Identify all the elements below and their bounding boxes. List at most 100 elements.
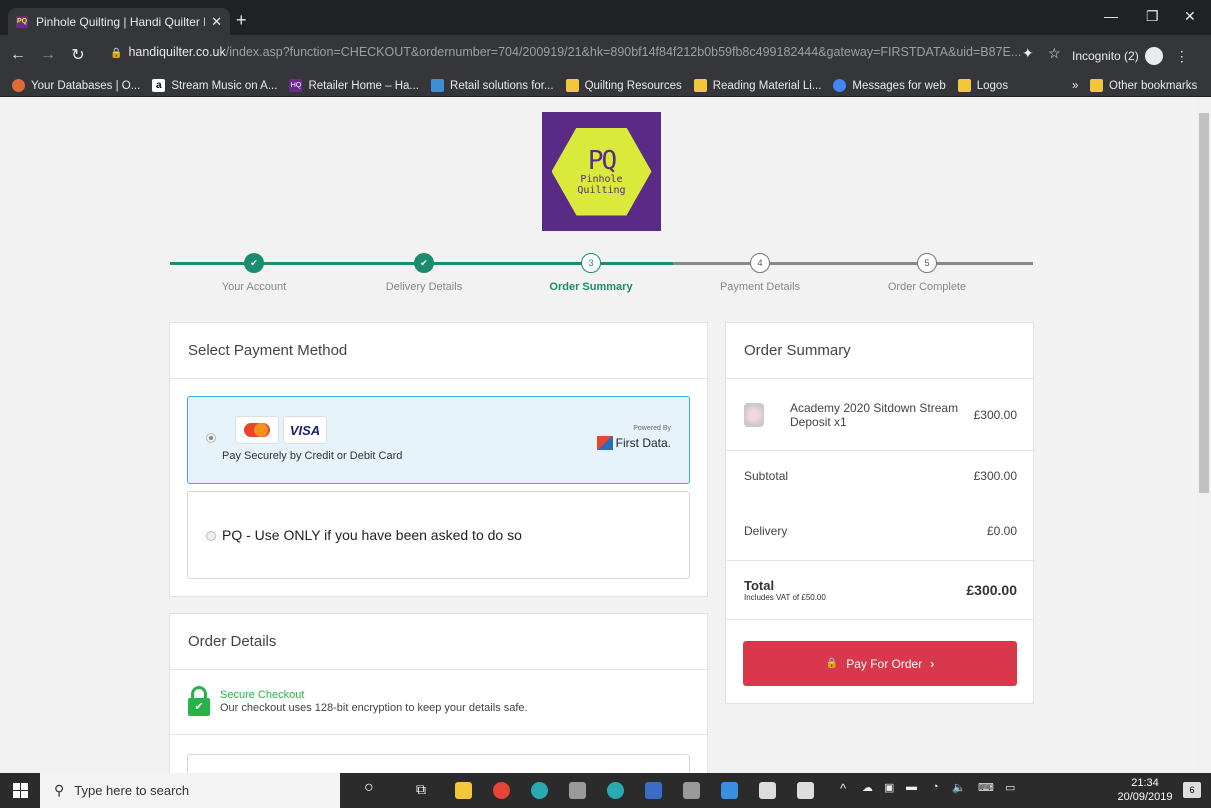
card-radio[interactable] (206, 433, 216, 443)
back-icon[interactable]: ← (6, 46, 30, 64)
payment-option-card[interactable]: VISA Pay Securely by Credit or Debit Car… (187, 396, 690, 484)
bookmark-item[interactable]: a Stream Music on A... (152, 79, 277, 92)
total-label: Total (744, 578, 775, 593)
logo-hexagon: PQ Pinhole Quilting (551, 127, 652, 216)
step-1-check-icon: ✔ (244, 253, 264, 273)
step-label: Payment Details (719, 281, 801, 293)
order-summary-heading: Order Summary (726, 323, 1033, 379)
clock-date: 20/09/2019 (1117, 791, 1173, 803)
total-row: Total Includes VAT of £50.00 £300.00 (726, 561, 1035, 619)
delivery-row: Delivery £0.00 (726, 501, 1035, 561)
tray-app-icon[interactable]: ▣ (884, 781, 894, 794)
amazon-icon: a (152, 79, 166, 92)
chrome-incognito-icon[interactable] (607, 782, 624, 799)
payment-option-pq[interactable]: PQ - Use ONLY if you have been asked to … (187, 491, 690, 579)
logo-name: Pinhole (580, 173, 623, 185)
secure-lock-icon: ✔ (188, 686, 210, 716)
bookmarks-overflow-icon[interactable]: » (1072, 80, 1078, 92)
folder-icon (693, 79, 707, 92)
restore-icon[interactable]: ❐ (1146, 8, 1159, 25)
taskbar-search-box[interactable]: ⚲ Type here to search (40, 773, 340, 808)
bookmark-label: Retailer Home – Ha... (308, 79, 420, 92)
calculator-icon[interactable] (759, 782, 776, 799)
logo-name: Quilting (577, 184, 626, 196)
hq-icon: HQ (289, 79, 303, 92)
new-tab-icon[interactable]: + (236, 10, 247, 31)
wifi-icon[interactable]: ◔ (932, 781, 939, 793)
bookmark-label: Other bookmarks (1109, 79, 1198, 92)
step-3-marker: 3 (581, 253, 601, 273)
first-data-name: First Data. (615, 436, 671, 450)
secure-checkout-text: Our checkout uses 128-bit encryption to … (220, 702, 528, 714)
reload-icon[interactable]: ↻ (66, 45, 90, 65)
incognito-indicator[interactable]: Incognito (2) ⋮ (1072, 47, 1189, 65)
bookmark-item[interactable]: Messages for web (833, 79, 946, 92)
scrollbar-thumb[interactable] (1199, 113, 1209, 493)
bookmark-item[interactable]: Logos (957, 79, 1009, 92)
windows-start-icon[interactable] (13, 783, 28, 798)
bookmark-item[interactable]: Retail solutions for... (431, 79, 554, 92)
total-value: £300.00 (966, 582, 1017, 598)
pay-for-order-button[interactable]: 🔒 Pay For Order › (743, 641, 1017, 686)
volume-icon[interactable]: 🔈 (952, 781, 966, 794)
bookmark-item[interactable]: Reading Material Li... (693, 79, 821, 92)
keyboard-icon[interactable]: ⌨ (978, 781, 994, 794)
file-explorer-icon[interactable] (455, 782, 472, 799)
bookmark-label: Logos (976, 79, 1009, 92)
mastercard-icon (235, 416, 279, 444)
app-icon[interactable] (683, 782, 700, 799)
minimize-icon[interactable]: — (1104, 8, 1118, 24)
cortana-icon[interactable]: ○ (364, 779, 374, 797)
onedrive-icon[interactable]: ☁ (862, 781, 873, 794)
input-icon[interactable]: ▭ (1005, 781, 1015, 794)
bookmark-label: Quilting Resources (584, 79, 682, 92)
mastercard-mark (244, 423, 270, 437)
bookmark-star-icon[interactable]: ☆ (1048, 45, 1061, 62)
close-tab-icon[interactable]: ✕ (211, 14, 222, 30)
close-window-icon[interactable]: ✕ (1184, 8, 1196, 25)
tray-app-icon[interactable]: ▬ (906, 781, 917, 793)
folder-icon (565, 79, 579, 92)
extension-icon[interactable]: ✦ (1022, 45, 1034, 62)
task-view-icon[interactable]: ⧉ (416, 781, 426, 798)
menu-icon[interactable]: ⋮ (1175, 48, 1189, 65)
bookmark-item[interactable]: Your Databases | O... (12, 79, 140, 92)
taskbar-clock[interactable]: 21:34 20/09/2019 (1115, 776, 1175, 804)
app-icon[interactable] (645, 782, 662, 799)
tray-chevron-icon[interactable]: ^ (840, 781, 846, 796)
chrome-icon[interactable] (493, 782, 510, 799)
step-label: Order Complete (887, 281, 967, 293)
summary-item-row: Academy 2020 Sitdown Stream Deposit x1 £… (726, 379, 1035, 451)
retail-icon (431, 79, 445, 92)
browser-tab[interactable]: PQ Pinhole Quilting | Handi Quilter L ✕ (8, 8, 230, 35)
pq-radio[interactable] (206, 531, 216, 541)
app-icon[interactable] (721, 782, 738, 799)
page-scrollbar[interactable] (1197, 97, 1211, 773)
pinhole-quilting-logo[interactable]: PQ Pinhole Quilting (542, 112, 661, 231)
other-bookmarks[interactable]: Other bookmarks (1090, 79, 1197, 92)
url-path: /index.asp?function=CHECKOUT&ordernumber… (225, 45, 1022, 59)
bookmark-item[interactable]: HQ Retailer Home – Ha... (289, 79, 419, 92)
notifications-icon[interactable]: 6 (1183, 782, 1201, 798)
bookmark-item[interactable]: Quilting Resources (565, 79, 682, 92)
step-label: Order Summary (549, 281, 633, 293)
url-domain: handiquilter.co.uk (128, 45, 226, 59)
chrome-alt-icon[interactable] (531, 782, 548, 799)
search-icon: ⚲ (54, 782, 65, 798)
visa-icon: VISA (283, 416, 327, 444)
windows-taskbar: ⚲ Type here to search ○ ⧉ ^ ☁ ▣ ▬ ◔ 🔈 ⌨ … (0, 773, 1211, 808)
stepper-remaining-line (673, 262, 1033, 265)
forward-icon[interactable]: → (36, 46, 60, 64)
navigation-bar: ← → ↻ 🔒 handiquilter.co.uk/index.asp?func… (0, 35, 1211, 75)
details-panel (187, 754, 690, 773)
product-thumbnail (744, 402, 764, 427)
photos-icon[interactable] (797, 782, 814, 799)
first-data-logo: First Data. (596, 436, 671, 450)
favicon-icon: PQ (16, 15, 28, 28)
lock-icon: 🔒 (110, 48, 123, 59)
lock-icon: 🔒 (825, 658, 839, 669)
address-bar[interactable]: 🔒 handiquilter.co.uk/index.asp?function=C… (110, 45, 1040, 65)
chevron-right-icon: › (930, 656, 935, 671)
app-icon[interactable] (569, 782, 586, 799)
clock-time: 21:34 (1131, 777, 1159, 789)
